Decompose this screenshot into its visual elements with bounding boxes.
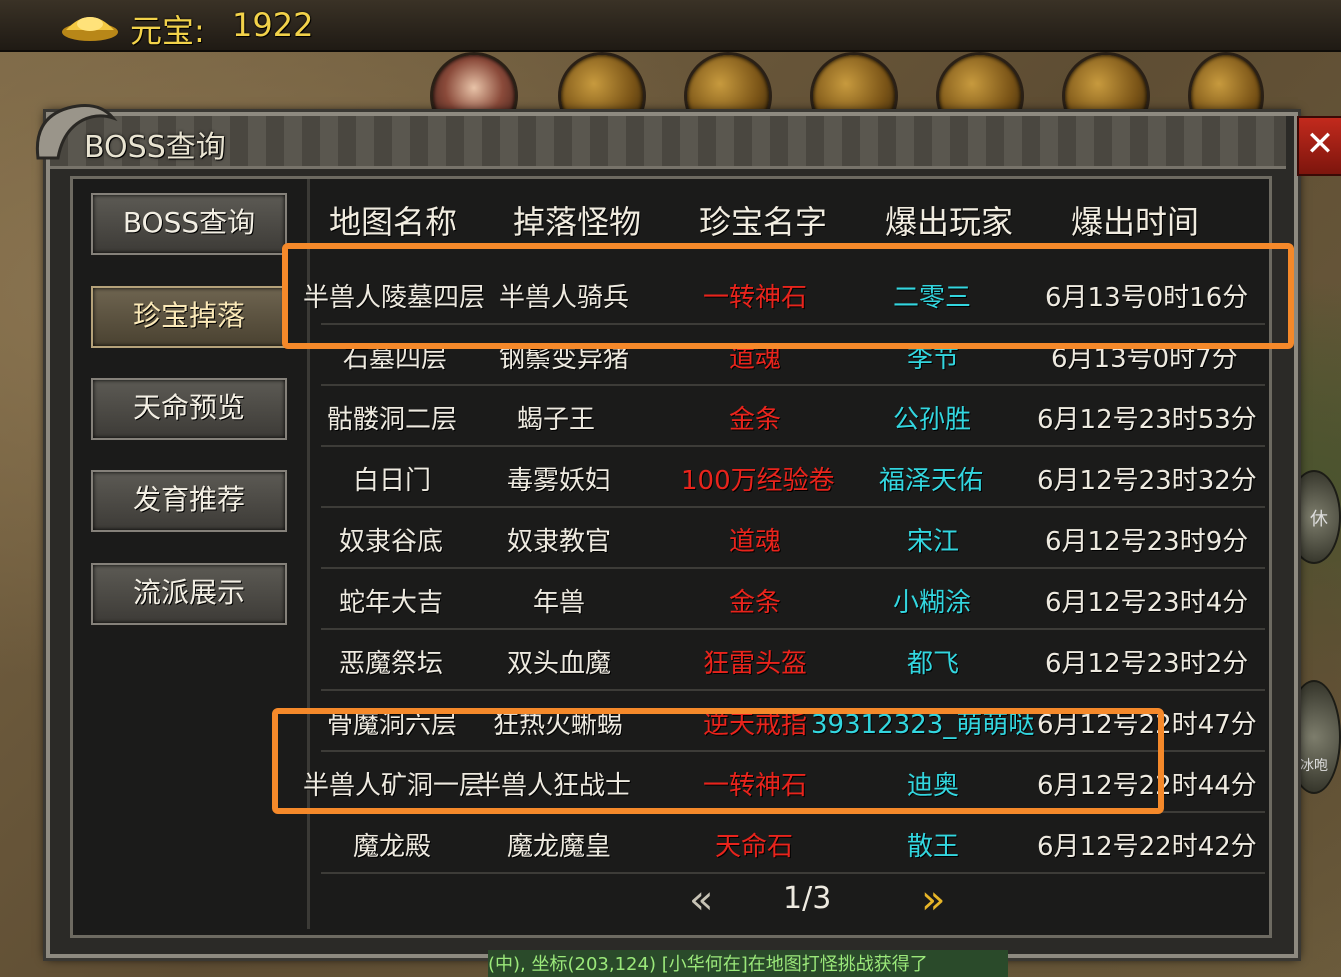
cell-monster: 蝎子王 (517, 405, 596, 435)
currency-value: 1922 (232, 6, 314, 44)
highlight-box-row-1 (282, 243, 1294, 349)
sidebar-item-treasure-drop[interactable]: 珍宝掉落 (91, 286, 287, 348)
cell-treasure: 金条 (729, 405, 782, 435)
cell-player: 小糊涂 (893, 588, 972, 618)
sidebar-item-faction-display[interactable]: 流派展示 (91, 563, 287, 625)
rest-label: 休 (1310, 509, 1328, 530)
ice-skill-label: 冰咆 (1300, 758, 1328, 774)
gold-ingot-icon (62, 17, 118, 41)
sidebar-item-boss-query[interactable]: BOSS查询 (91, 193, 287, 255)
cell-map: 恶魔祭坛 (339, 649, 444, 679)
sidebar-item-fate-preview[interactable]: 天命预览 (91, 378, 287, 440)
cell-player: 宋江 (907, 527, 960, 557)
column-header-monster: 掉落怪物 (513, 203, 642, 241)
table-row[interactable]: 魔龙殿 魔龙魔皇 天命石 散王 6月12号22时42分 (321, 812, 1265, 874)
table-row[interactable]: 奴隶谷底 奴隶教官 道魂 宋江 6月12号23时9分 (321, 507, 1265, 569)
cell-map: 白日门 (353, 466, 432, 496)
close-button[interactable]: ✕ (1297, 116, 1341, 176)
column-header-treasure: 珍宝名字 (699, 203, 828, 241)
chat-message: (中), 坐标(203,124) [小华何在]在地图打怪挑战获得了 (488, 950, 1008, 977)
cell-map: 魔龙殿 (353, 832, 432, 862)
column-header-time: 爆出时间 (1071, 203, 1200, 241)
cell-monster: 年兽 (533, 588, 586, 618)
cell-treasure: 天命石 (715, 832, 794, 862)
cell-time: 6月12号23时32分 (1037, 466, 1257, 496)
cell-monster: 奴隶教官 (507, 527, 612, 557)
cell-time: 6月12号23时53分 (1037, 405, 1257, 435)
cell-monster: 双头血魔 (507, 649, 612, 679)
cell-player: 散王 (907, 832, 960, 862)
column-header-player: 爆出玩家 (885, 203, 1014, 241)
currency-label: 元宝: (130, 12, 205, 50)
cell-time: 6月12号23时4分 (1045, 588, 1249, 618)
highlight-box-row-9 (272, 708, 1164, 814)
page-indicator: 1/3 (783, 881, 832, 916)
column-header-map: 地图名称 (329, 203, 458, 241)
cell-player: 都飞 (907, 649, 960, 679)
cell-map: 蛇年大吉 (339, 588, 444, 618)
cell-time: 6月12号23时2分 (1045, 649, 1249, 679)
cell-treasure: 道魂 (729, 527, 782, 557)
cell-treasure: 金条 (729, 588, 782, 618)
cell-map: 骷髅洞二层 (327, 405, 458, 435)
table-header: 地图名称 掉落怪物 珍宝名字 爆出玩家 爆出时间 (317, 187, 1267, 249)
chevron-right-icon[interactable]: » (921, 877, 945, 923)
cell-monster: 毒雾妖妇 (507, 466, 612, 496)
cell-map: 奴隶谷底 (339, 527, 444, 557)
sidebar-item-growth-recommend[interactable]: 发育推荐 (91, 470, 287, 532)
table-row[interactable]: 白日门 毒雾妖妇 100万经验卷 福泽天佑 6月12号23时32分 (321, 446, 1265, 508)
table-row[interactable]: 蛇年大吉 年兽 金条 小糊涂 6月12号23时4分 (321, 568, 1265, 630)
cell-monster: 魔龙魔皇 (507, 832, 612, 862)
cell-time: 6月12号22时42分 (1037, 832, 1257, 862)
cell-player: 福泽天佑 (879, 466, 984, 496)
chevron-left-icon[interactable]: « (689, 877, 713, 923)
cell-treasure: 狂雷头盔 (703, 649, 808, 679)
cell-time: 6月12号23时9分 (1045, 527, 1249, 557)
table-row[interactable]: 骷髅洞二层 蝎子王 金条 公孙胜 6月12号23时53分 (321, 385, 1265, 447)
panel-title: BOSS查询 (84, 130, 226, 165)
table-row[interactable]: 恶魔祭坛 双头血魔 狂雷头盔 都飞 6月12号23时2分 (321, 629, 1265, 691)
boss-query-panel: BOSS查询 BOSS查询 珍宝掉落 天命预览 发育推荐 流派展示 地图名称 掉… (35, 104, 1298, 958)
cell-treasure: 100万经验卷 (681, 466, 835, 496)
pagination: « 1/3 » (317, 873, 1267, 923)
cell-player: 公孙胜 (893, 405, 972, 435)
currency-bar: 元宝: 1922 (0, 0, 1341, 52)
panel-titlebar[interactable]: BOSS查询 (35, 104, 1286, 169)
